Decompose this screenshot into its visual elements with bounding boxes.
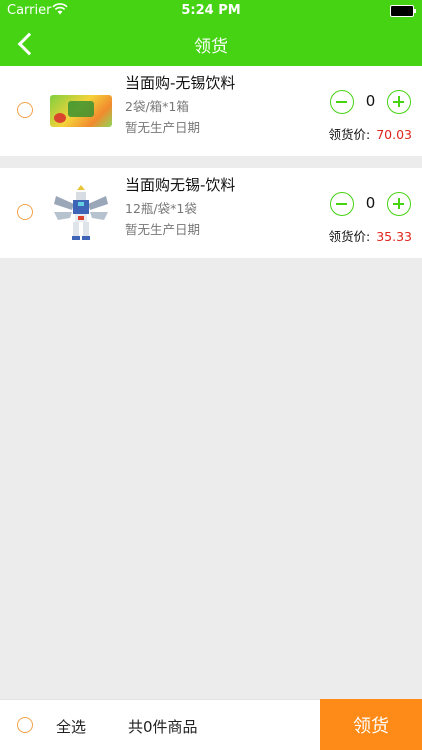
plus-button[interactable] <box>387 90 411 114</box>
quantity-value: 0 <box>365 92 376 110</box>
minus-button[interactable] <box>330 90 354 114</box>
item-spec: 2袋/箱*1箱 <box>125 99 189 114</box>
plus-button[interactable] <box>387 192 411 216</box>
drink-banner-image <box>50 84 112 138</box>
status-bar: Carrier 5:24 PM <box>0 0 422 22</box>
total-count: 共0件商品 <box>128 718 198 736</box>
list-item: 当面购-无锡饮料 2袋/箱*1箱 暂无生产日期 0 领货价: 70.03 <box>0 66 422 156</box>
item-spec: 12瓶/袋*1袋 <box>125 201 197 216</box>
bottom-bar: 全选 共0件商品 领货 <box>0 699 422 750</box>
select-all-radio[interactable] <box>17 717 33 733</box>
battery-icon <box>390 5 416 17</box>
item-select-radio[interactable] <box>17 102 33 118</box>
item-production-date: 暂无生产日期 <box>125 120 201 135</box>
price-value: 35.33 <box>376 229 412 244</box>
select-all-label[interactable]: 全选 <box>56 716 86 737</box>
page-title: 领货 <box>194 37 228 57</box>
item-name: 当面购无锡-饮料 <box>125 176 236 194</box>
price-row: 领货价: 70.03 <box>328 124 412 143</box>
price-label: 领货价: <box>328 127 371 142</box>
robot-figure-image <box>50 185 112 240</box>
nav-bar: 领货 <box>0 22 422 66</box>
price-value: 70.03 <box>376 127 412 142</box>
quantity-stepper: 0 <box>330 192 412 218</box>
list-item: 当面购无锡-饮料 12瓶/袋*1袋 暂无生产日期 0 领货价: 35.33 <box>0 168 422 258</box>
app-header: Carrier 5:24 PM 领货 <box>0 0 422 66</box>
item-select-radio[interactable] <box>17 204 33 220</box>
quantity-value: 0 <box>365 194 376 212</box>
item-production-date: 暂无生产日期 <box>125 222 201 237</box>
receive-goods-button[interactable]: 领货 <box>320 699 422 750</box>
item-name: 当面购-无锡饮料 <box>125 74 236 92</box>
price-row: 领货价: 35.33 <box>328 226 412 245</box>
minus-button[interactable] <box>330 192 354 216</box>
status-time: 5:24 PM <box>181 3 241 18</box>
quantity-stepper: 0 <box>330 90 412 116</box>
price-label: 领货价: <box>328 229 371 244</box>
